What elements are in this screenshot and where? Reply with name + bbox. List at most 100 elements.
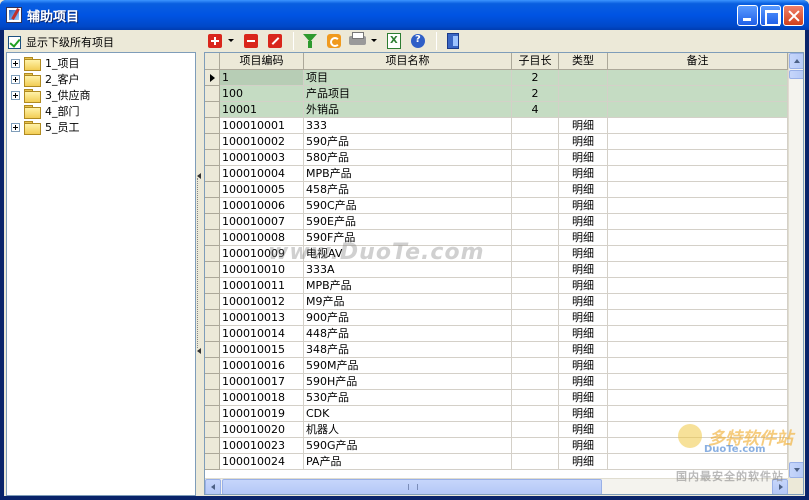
cell-item-name[interactable]: 外销品 <box>304 102 512 118</box>
cell-sub-length[interactable] <box>512 422 559 438</box>
table-row[interactable]: 100010023 590G产品 明细 <box>205 438 788 454</box>
cell-sub-length[interactable] <box>512 278 559 294</box>
table-row[interactable]: 100010003 580产品 明细 <box>205 150 788 166</box>
cell-item-name[interactable]: 448产品 <box>304 326 512 342</box>
cell-item-name[interactable]: 348产品 <box>304 342 512 358</box>
cell-item-code[interactable]: 100010006 <box>220 198 304 214</box>
cell-note[interactable] <box>608 390 788 406</box>
edit-button[interactable] <box>264 31 286 51</box>
cell-type[interactable]: 明细 <box>559 214 608 230</box>
cell-type[interactable]: 明细 <box>559 438 608 454</box>
table-row[interactable]: 100010011 MPB产品 明细 <box>205 278 788 294</box>
table-row[interactable]: 1 项目 2 <box>205 70 788 86</box>
cell-item-code[interactable]: 100010015 <box>220 342 304 358</box>
cell-item-code[interactable]: 100010008 <box>220 230 304 246</box>
scroll-right-button[interactable] <box>772 479 788 494</box>
tree-node[interactable]: 3_供应商 <box>11 87 91 103</box>
cell-item-code[interactable]: 100010007 <box>220 214 304 230</box>
row-indicator[interactable] <box>205 390 220 406</box>
row-indicator[interactable] <box>205 134 220 150</box>
close-button[interactable] <box>783 5 804 26</box>
delete-button[interactable] <box>240 31 262 51</box>
cell-item-name[interactable]: 590C产品 <box>304 198 512 214</box>
row-indicator[interactable] <box>205 150 220 166</box>
cell-item-code[interactable]: 1 <box>220 70 304 86</box>
cell-item-code[interactable]: 100010005 <box>220 182 304 198</box>
cell-type[interactable]: 明细 <box>559 150 608 166</box>
row-indicator[interactable] <box>205 278 220 294</box>
cell-item-name[interactable]: PA产品 <box>304 454 512 470</box>
cell-sub-length[interactable]: 2 <box>512 86 559 102</box>
row-indicator[interactable] <box>205 182 220 198</box>
cell-item-name[interactable]: 590G产品 <box>304 438 512 454</box>
cell-note[interactable] <box>608 438 788 454</box>
table-row[interactable]: 100010013 900产品 明细 <box>205 310 788 326</box>
row-indicator[interactable] <box>205 166 220 182</box>
cell-note[interactable] <box>608 134 788 150</box>
cell-item-code[interactable]: 100010003 <box>220 150 304 166</box>
title-bar[interactable]: 辅助项目 <box>0 0 809 30</box>
table-row[interactable]: 100010018 530产品 明细 <box>205 390 788 406</box>
cell-sub-length[interactable] <box>512 294 559 310</box>
row-indicator[interactable] <box>205 230 220 246</box>
cell-sub-length[interactable] <box>512 134 559 150</box>
maximize-button[interactable] <box>760 5 781 26</box>
cell-type[interactable]: 明细 <box>559 118 608 134</box>
row-indicator[interactable] <box>205 262 220 278</box>
scroll-left-button[interactable] <box>205 479 221 494</box>
cell-sub-length[interactable] <box>512 262 559 278</box>
tree-node[interactable]: 5_员工 <box>11 119 80 135</box>
horizontal-scroll-thumb[interactable] <box>222 479 602 494</box>
cell-type[interactable] <box>559 70 608 86</box>
cell-sub-length[interactable] <box>512 326 559 342</box>
row-indicator[interactable] <box>205 454 220 470</box>
cell-sub-length[interactable] <box>512 406 559 422</box>
table-row[interactable]: 100010002 590产品 明细 <box>205 134 788 150</box>
row-indicator[interactable] <box>205 294 220 310</box>
table-row[interactable]: 100010005 458产品 明细 <box>205 182 788 198</box>
print-button[interactable] <box>347 31 369 51</box>
row-indicator[interactable] <box>205 86 220 102</box>
cell-item-code[interactable]: 100010018 <box>220 390 304 406</box>
cell-item-code[interactable]: 100010016 <box>220 358 304 374</box>
row-indicator[interactable] <box>205 70 220 86</box>
cell-item-name[interactable]: 590E产品 <box>304 214 512 230</box>
tree-node[interactable]: 4_部门 <box>11 103 80 119</box>
cell-type[interactable]: 明细 <box>559 454 608 470</box>
cell-type[interactable]: 明细 <box>559 166 608 182</box>
cell-type[interactable]: 明细 <box>559 134 608 150</box>
cell-note[interactable] <box>608 278 788 294</box>
table-row[interactable]: 100010007 590E产品 明细 <box>205 214 788 230</box>
cell-note[interactable] <box>608 182 788 198</box>
cell-item-name[interactable]: 机器人 <box>304 422 512 438</box>
scroll-down-button[interactable] <box>789 462 803 478</box>
category-tree[interactable]: 1_项目 2_客户 3_供应商 4_部门 5_员工 <box>6 52 196 496</box>
cell-item-name[interactable]: 530产品 <box>304 390 512 406</box>
help-button[interactable] <box>407 31 429 51</box>
cell-item-code[interactable]: 100010009 <box>220 246 304 262</box>
cell-item-name[interactable]: M9产品 <box>304 294 512 310</box>
cell-item-code[interactable]: 100010020 <box>220 422 304 438</box>
print-dropdown-arrow[interactable] <box>371 31 377 51</box>
cell-item-code[interactable]: 100010001 <box>220 118 304 134</box>
cell-type[interactable]: 明细 <box>559 246 608 262</box>
cell-note[interactable] <box>608 150 788 166</box>
cell-type[interactable]: 明细 <box>559 358 608 374</box>
cell-item-code[interactable]: 100 <box>220 86 304 102</box>
cell-item-name[interactable]: 590F产品 <box>304 230 512 246</box>
row-indicator[interactable] <box>205 118 220 134</box>
row-indicator[interactable] <box>205 438 220 454</box>
scroll-up-button[interactable] <box>789 53 803 69</box>
cell-note[interactable] <box>608 454 788 470</box>
cell-item-name[interactable]: CDK <box>304 406 512 422</box>
cell-sub-length[interactable] <box>512 390 559 406</box>
cell-item-name[interactable]: 333 <box>304 118 512 134</box>
cell-note[interactable] <box>608 326 788 342</box>
row-indicator[interactable] <box>205 358 220 374</box>
header-note[interactable]: 备注 <box>608 53 788 70</box>
table-row[interactable]: 100010009 电视AV 明细 <box>205 246 788 262</box>
cell-type[interactable]: 明细 <box>559 294 608 310</box>
cell-item-code[interactable]: 100010019 <box>220 406 304 422</box>
table-row[interactable]: 100010010 333A 明细 <box>205 262 788 278</box>
cell-sub-length[interactable] <box>512 166 559 182</box>
